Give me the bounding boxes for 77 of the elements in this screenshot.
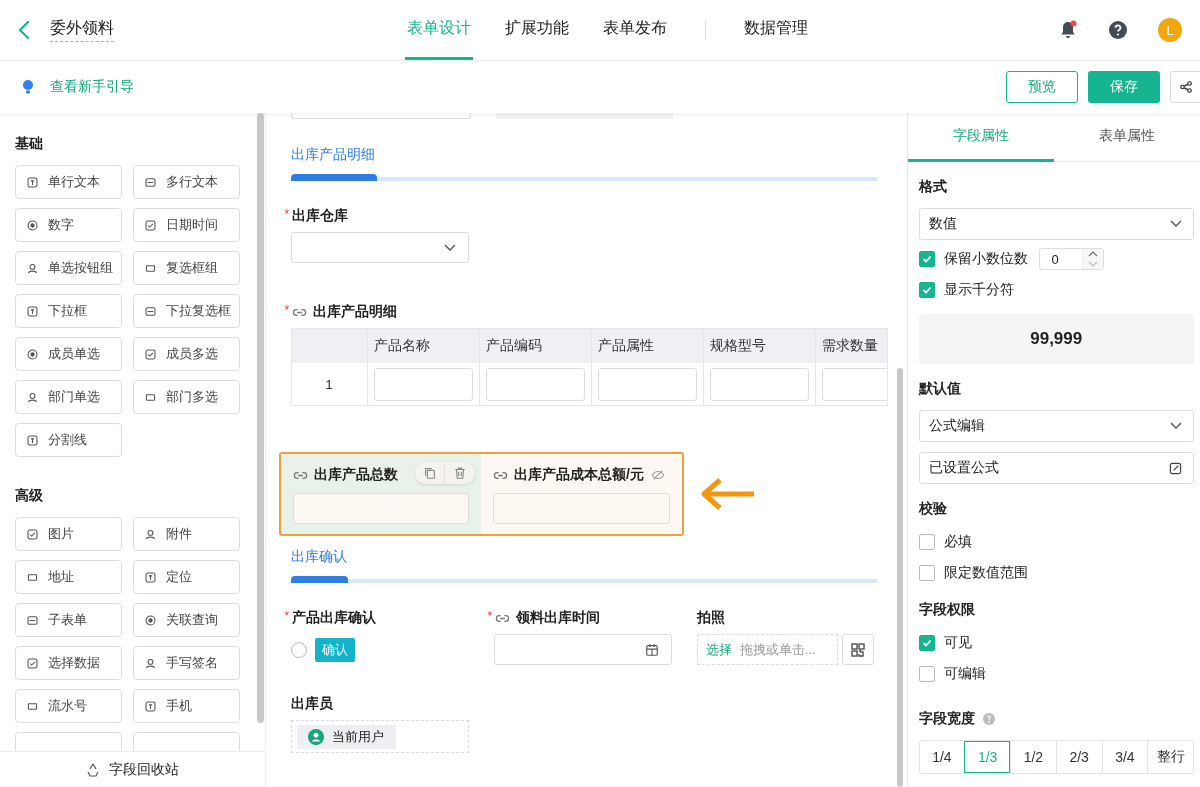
number-stepper[interactable]: 0 [1038,248,1104,270]
checkbox-label: 可编辑 [943,665,986,683]
field-type-item[interactable]: 手机 [133,689,240,723]
property-heading: 字段权限 [918,601,976,619]
property-heading: 默认值 [918,380,962,398]
field-type-item[interactable]: 多行文本 [133,165,240,199]
user-chip: 当前用户 [296,724,396,749]
width-option[interactable]: 3/4 [1101,741,1148,773]
property-heading: 校验 [918,500,948,518]
field-type-item[interactable]: 下拉复选框 [133,294,240,328]
group-heading: 基础 [15,135,44,153]
nav-tab[interactable]: 表单发布 [601,0,669,60]
format-select[interactable]: 数值 [918,208,1194,240]
field-type-item[interactable]: 复选框组 [133,251,240,285]
property-heading: 格式 [918,178,948,196]
field-label: 领料出库时间 [516,609,601,627]
member-field[interactable]: 当前用户 [290,720,469,753]
field-type-item[interactable]: 数字 [15,208,122,242]
field-label: 产品出库确认 [292,609,377,627]
panel-tab[interactable]: 表单属性 [1053,113,1200,162]
field-type-item[interactable]: 手写签名 [133,646,240,680]
field-label: 出库仓库 [292,207,349,225]
section-title: 出库产品明细 [290,146,376,164]
width-option[interactable]: 整行 [1147,741,1193,773]
field-type-item[interactable]: 地址 [15,560,122,594]
width-option[interactable]: 1/4 [919,741,965,773]
default-mode-select[interactable]: 公式编辑 [918,410,1194,442]
field-label: 拍照 [696,609,725,627]
checkbox-label: 必填 [943,533,972,551]
form-field[interactable]: 出库产品总数 [280,454,482,534]
field-type-item[interactable]: 成员单选 [15,337,122,371]
required-mark: * [284,207,290,221]
row-number: 1 [324,375,334,394]
property-heading: 字段宽度 [918,710,975,728]
field-type-item[interactable]: 附件 [133,517,240,551]
field-label: 出库员 [290,695,333,713]
formula-field[interactable]: 已设置公式 [918,452,1194,484]
field-type-item[interactable]: 下拉框 [15,294,122,328]
column-header: 产品名称 [366,329,479,363]
upload-placeholder: 拖拽或单击... [739,640,816,659]
required-mark: * [284,609,290,623]
field-type-item[interactable]: 关联查询 [133,603,240,637]
field-label: 出库产品成本总额/元 [514,466,644,484]
width-option[interactable]: 1/2 [1010,741,1056,773]
field-type-item[interactable]: 分割线 [15,423,122,457]
section-title: 出库确认 [290,548,348,566]
width-option[interactable]: 2/3 [1055,741,1102,773]
field-type-item[interactable]: 单行文本 [15,165,122,199]
nav-tab[interactable]: 数据管理 [742,0,810,60]
confirm-tag: 确认 [314,637,355,662]
field-type-item[interactable]: 图片 [15,517,122,551]
format-preview: 99,999 [918,314,1194,364]
group-heading: 高级 [15,487,44,505]
field-type-item[interactable]: 日期时间 [133,208,240,242]
field-label: 出库产品总数 [313,466,398,484]
checkbox-label: 限定数值范围 [943,564,1028,582]
field-type-item[interactable]: 流水号 [15,689,122,723]
checkbox-label: 可见 [943,634,972,652]
checkbox-label: 显示千分符 [943,281,1014,299]
field-type-item[interactable]: 定位 [133,560,240,594]
field-type-item[interactable]: 部门多选 [133,380,240,414]
column-header: 规格型号 [702,329,815,363]
field-type-item[interactable]: 选择数据 [15,646,122,680]
field-type-item[interactable]: 单选按钮组 [15,251,122,285]
column-header: 产品编码 [478,329,591,363]
required-mark: * [487,609,493,623]
field-type-item[interactable]: 部门单选 [15,380,122,414]
field-type-item[interactable]: 子表单 [15,603,122,637]
required-mark: * [284,303,290,317]
field-label: 出库产品明细 [313,303,398,321]
nav-tab[interactable]: 扩展功能 [503,0,571,60]
form-field[interactable]: 出库产品成本总额/元 [481,454,682,534]
checkbox-label: 保留小数位数 [943,250,1028,268]
column-header: 产品属性 [590,329,703,363]
selected-field-group[interactable]: 出库产品总数 出库产品成本总额/元 [278,452,684,536]
form-title[interactable]: 委外领料 [50,18,114,42]
field-type-item[interactable]: 成员多选 [133,337,240,371]
